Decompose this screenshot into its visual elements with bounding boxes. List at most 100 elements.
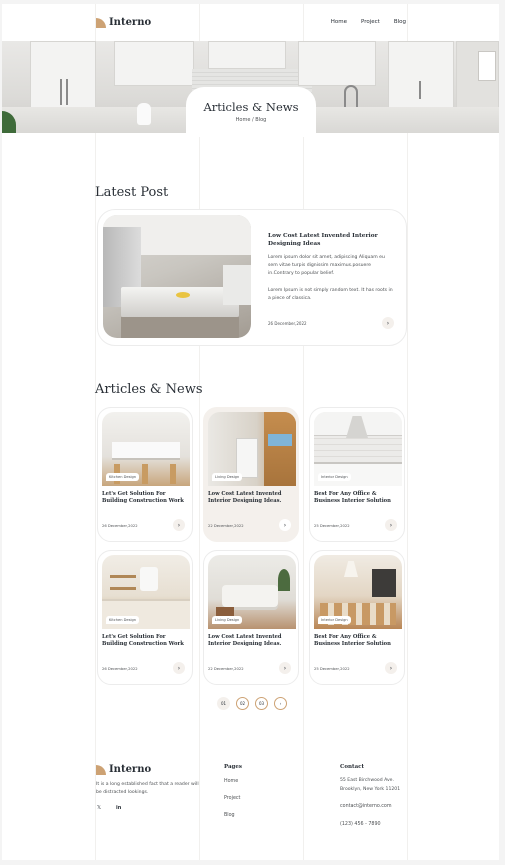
article-date: 22 December,2022 (208, 667, 244, 671)
article-title[interactable]: Let's Get Solution For Building Construc… (102, 634, 190, 648)
page: Interno Home Project Blog Articles & New… (2, 4, 499, 860)
image-counter (236, 438, 258, 478)
article-date: 26 December,2022 (102, 667, 138, 671)
main-nav: Home Project Blog (331, 19, 406, 25)
page-3-button[interactable]: 03 (255, 697, 268, 710)
image-plant (278, 569, 290, 591)
latest-post-heading: Latest Post (95, 185, 169, 200)
footer-link-blog[interactable]: Blog (224, 813, 235, 818)
article-title[interactable]: Best For Any Office & Business Interior … (314, 491, 402, 505)
article-title[interactable]: Low Cost Latest Invented Interior Design… (208, 634, 296, 648)
article-image[interactable]: Interior Design (314, 412, 402, 486)
footer-link-project[interactable]: Project (224, 796, 240, 801)
article-arrow-button[interactable]: › (385, 519, 397, 531)
page-2-button[interactable]: 02 (236, 697, 249, 710)
article-arrow-button[interactable]: › (279, 662, 291, 674)
footer-pages-heading: Pages (224, 764, 242, 770)
article-tag[interactable]: Interior Design (318, 473, 351, 481)
logo-mark-icon (96, 764, 106, 775)
chevron-right-icon: › (283, 521, 287, 529)
hero-image-cabinet (114, 41, 194, 86)
article-arrow-button[interactable]: › (173, 662, 185, 674)
article-card[interactable]: Kitchen Design Let's Get Solution For Bu… (97, 550, 193, 685)
latest-post-date: 26 December,2022 (268, 321, 307, 326)
nav-project[interactable]: Project (361, 19, 380, 25)
breadcrumb[interactable]: Home / Blog (186, 117, 316, 123)
latest-post-card[interactable]: Low Cost Latest Invented Interior Design… (97, 209, 407, 346)
chevron-right-icon: › (177, 521, 181, 529)
header-logo[interactable]: Interno (96, 17, 151, 28)
hero-image-cabinet (298, 41, 376, 86)
latest-post-title[interactable]: Low Cost Latest Invented Interior Design… (268, 232, 388, 248)
chevron-right-icon: › (389, 521, 393, 529)
image-counter (112, 442, 180, 460)
article-card[interactable]: Kitchen Design Let's Get Solution For Bu… (97, 407, 193, 542)
article-arrow-button[interactable]: › (385, 662, 397, 674)
latest-post-arrow-button[interactable]: › (382, 317, 394, 329)
article-tag[interactable]: Interior Design (318, 616, 351, 624)
twitter-icon[interactable]: 𝕏 (97, 805, 101, 811)
chevron-right-icon: › (389, 664, 393, 672)
pagination: 01 02 03 › (217, 697, 287, 710)
image-oven (372, 569, 396, 597)
logo-text: Interno (109, 764, 152, 775)
article-card[interactable]: Interior Design Best For Any Office & Bu… (309, 550, 405, 685)
article-image[interactable]: Living Design (208, 555, 296, 629)
next-page-button[interactable]: › (274, 697, 287, 710)
logo-mark-icon (96, 17, 106, 28)
article-tag[interactable]: Living Design (212, 616, 243, 624)
article-card[interactable]: Living Design Low Cost Latest Invented I… (203, 407, 299, 542)
article-tag[interactable]: Living Design (212, 473, 243, 481)
hero-image-vase (137, 103, 151, 125)
image-fruit-bowl (176, 292, 190, 298)
latest-post-excerpt-1: Lorem ipsum dolor sit amet, adipiscing A… (268, 255, 385, 276)
article-card[interactable]: Interior Design Best For Any Office & Bu… (309, 407, 405, 542)
chevron-right-icon: › (386, 319, 390, 327)
hero-image-faucet (344, 85, 358, 107)
article-image[interactable]: Kitchen Design (102, 555, 190, 629)
footer-phone-link[interactable]: (123) 456 - 7890 (340, 822, 381, 827)
footer-logo[interactable]: Interno (96, 764, 151, 775)
chevron-right-icon: › (283, 664, 287, 672)
hero-image-handle (60, 79, 62, 105)
nav-blog[interactable]: Blog (394, 19, 406, 25)
article-date: 22 December,2022 (208, 524, 244, 528)
article-image[interactable]: Interior Design (314, 555, 402, 629)
chevron-right-icon: › (279, 701, 282, 706)
article-title[interactable]: Let's Get Solution For Building Construc… (102, 491, 190, 505)
linkedin-icon[interactable]: in (116, 805, 121, 811)
articles-heading: Articles & News (95, 382, 203, 397)
hero-image-handle (419, 81, 421, 99)
article-card[interactable]: Living Design Low Cost Latest Invented I… (203, 550, 299, 685)
chevron-right-icon: › (177, 664, 181, 672)
footer-about: It is a long established fact that a rea… (96, 782, 199, 795)
logo-text: Interno (109, 17, 152, 28)
article-title[interactable]: Low Cost Latest Invented Interior Design… (208, 491, 296, 505)
hero-image-hood (208, 41, 286, 69)
article-arrow-button[interactable]: › (173, 519, 185, 531)
footer-link-home[interactable]: Home (224, 779, 238, 784)
page-1-button[interactable]: 01 (217, 697, 230, 710)
article-image[interactable]: Living Design (208, 412, 296, 486)
footer-email-link[interactable]: contact@interno.com (340, 804, 392, 809)
image-wood-wall (264, 412, 296, 486)
article-arrow-button[interactable]: › (279, 519, 291, 531)
image-sofa (222, 585, 278, 607)
article-title[interactable]: Best For Any Office & Business Interior … (314, 634, 402, 648)
article-tag[interactable]: Kitchen Design (106, 616, 140, 624)
hero-image-handle (66, 79, 68, 105)
image-shelf (110, 587, 136, 590)
image-wall (223, 265, 251, 305)
article-image[interactable]: Kitchen Design (102, 412, 190, 486)
hero-image-frame (478, 51, 496, 81)
image-stool (170, 464, 176, 484)
image-hood (140, 567, 158, 591)
image-counter (102, 599, 190, 629)
image-window (268, 434, 292, 446)
article-tag[interactable]: Kitchen Design (106, 473, 140, 481)
latest-post-image[interactable] (103, 215, 251, 338)
footer-address-line2: Brooklyn, New York 11201 (340, 787, 401, 792)
image-shelf (110, 575, 136, 578)
nav-home[interactable]: Home (331, 19, 347, 25)
image-stool (142, 464, 148, 484)
